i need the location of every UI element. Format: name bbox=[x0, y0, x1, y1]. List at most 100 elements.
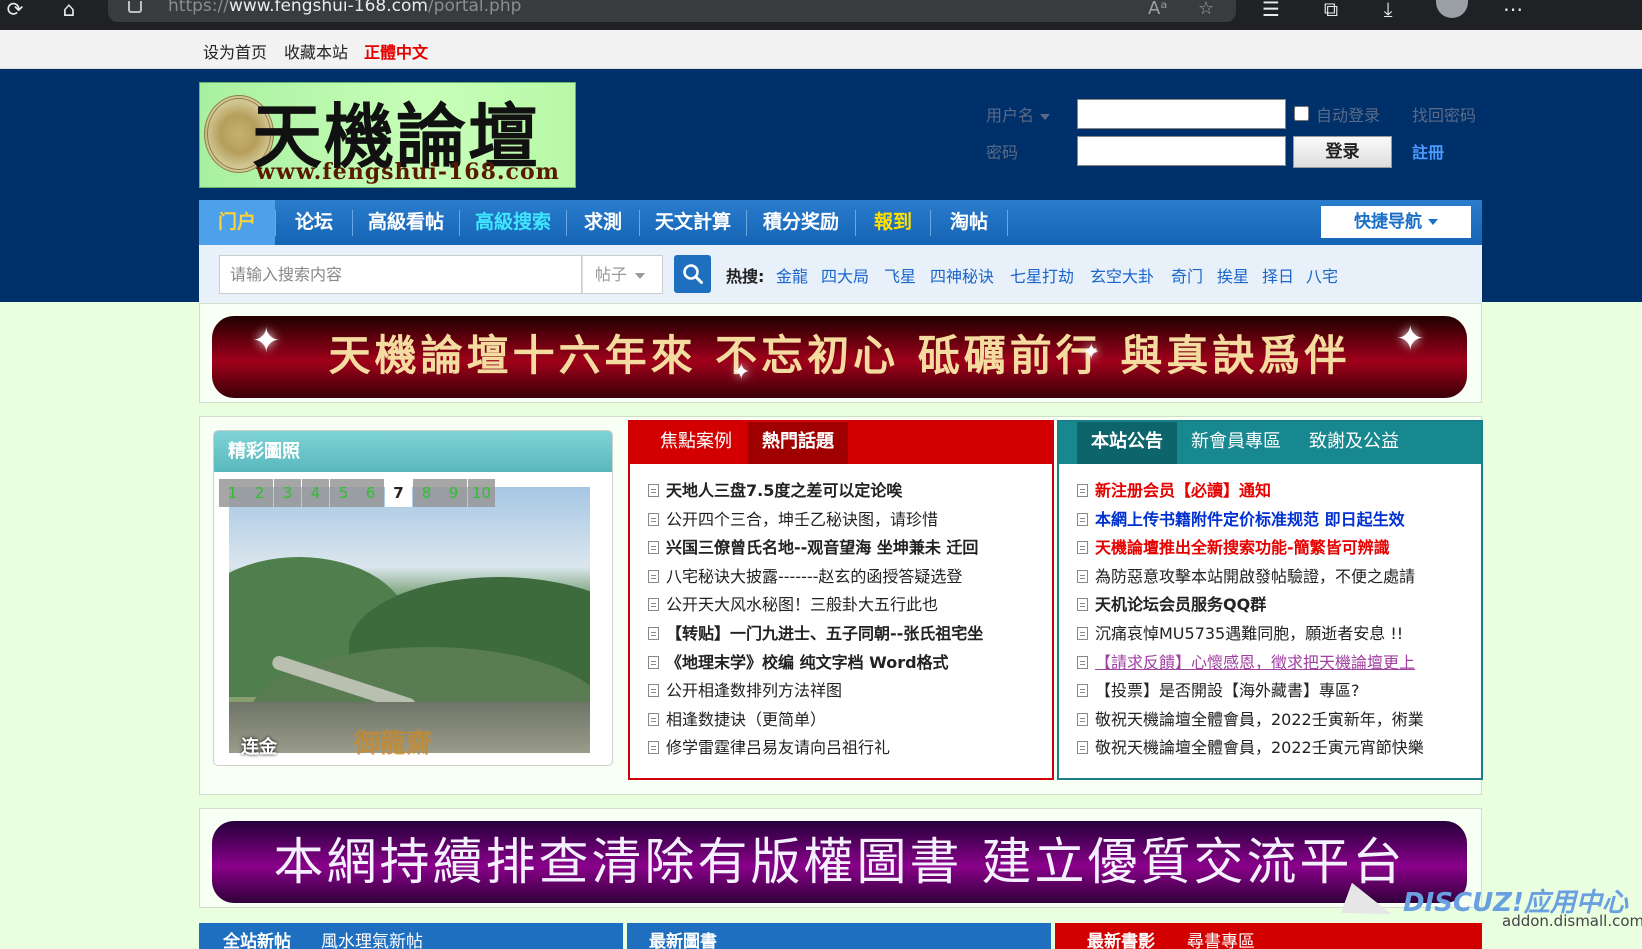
tab-focus-cases[interactable]: 焦點案例 bbox=[660, 422, 732, 464]
collections-icon[interactable]: ⧉ bbox=[1318, 0, 1344, 22]
hot-word-link[interactable]: 四神秘诀 bbox=[930, 263, 994, 287]
slider-page-8[interactable]: 8 bbox=[413, 479, 440, 507]
list-item[interactable]: 《地理末学》校编 纯文字档 Word格式 bbox=[648, 649, 1043, 678]
favorites-icon[interactable]: ☰ bbox=[1258, 0, 1284, 22]
more-menu-icon[interactable]: ⋯ bbox=[1500, 0, 1526, 22]
sparkle-icon: ✦ bbox=[252, 321, 281, 361]
username-type-select[interactable]: 用户名 bbox=[986, 102, 1051, 126]
top-banner[interactable]: 天機論壇十六年來 不忘初心 砥礪前行 與真訣爲伴 ✦ ✦ ✦ ✦ bbox=[212, 316, 1467, 398]
hot-word-link[interactable]: 七星打劫 bbox=[1010, 263, 1074, 287]
nav-item-checkin[interactable]: 報到 bbox=[856, 200, 930, 245]
slider-page-2[interactable]: 2 bbox=[246, 479, 273, 507]
tab-thanks-charity[interactable]: 致謝及公益 bbox=[1309, 422, 1399, 464]
tab-all-new-posts[interactable]: 全站新帖 bbox=[223, 927, 291, 949]
list-item[interactable]: 八宅秘诀大披露-------赵玄的函授答疑选登 bbox=[648, 563, 1043, 592]
profile-avatar-icon[interactable] bbox=[1436, 0, 1468, 18]
nav-item-forum[interactable]: 论坛 bbox=[276, 200, 352, 245]
nav-item-advanced-view[interactable]: 高級看帖 bbox=[353, 200, 459, 245]
slider-image[interactable] bbox=[229, 487, 590, 753]
tab-hot-topics[interactable]: 熱門話題 bbox=[748, 422, 848, 464]
nav-item-points-reward[interactable]: 積分奖励 bbox=[747, 200, 855, 245]
document-icon bbox=[1077, 484, 1088, 497]
list-item[interactable]: 天機論壇推出全新搜索功能-簡繁皆可辨識 bbox=[1077, 534, 1472, 563]
list-item[interactable]: 新注册会员【必讀】通知 bbox=[1077, 477, 1472, 506]
search-input[interactable] bbox=[220, 256, 581, 293]
slider-page-3[interactable]: 3 bbox=[274, 479, 301, 507]
list-item[interactable]: 【转贴】一门九进士、五子同朝--张氏祖宅坐 bbox=[648, 620, 1043, 649]
set-homepage-link[interactable]: 设为首页 bbox=[203, 39, 267, 63]
traditional-chinese-link[interactable]: 正體中文 bbox=[364, 39, 428, 63]
slider-page-1[interactable]: 1 bbox=[219, 479, 246, 507]
slider-page-6[interactable]: 6 bbox=[357, 479, 384, 507]
register-link[interactable]: 註冊 bbox=[1412, 139, 1444, 163]
main-content: 精彩圖照 1 2 3 4 5 6 7 8 9 10 连金 御龍齋 焦點案例 熱門… bbox=[199, 416, 1483, 795]
search-button[interactable] bbox=[674, 255, 711, 293]
site-logo[interactable]: 天機論壇 www.fengshui-168.com bbox=[199, 82, 576, 188]
list-item[interactable]: 本網上传书籍附件定价标准规范 即日起生效 bbox=[1077, 506, 1472, 535]
nav-item-portal[interactable]: 门户 bbox=[199, 200, 275, 245]
image-watermark: 御龍齋 bbox=[354, 729, 433, 759]
nav-item-request[interactable]: 求測 bbox=[567, 200, 639, 245]
slider-caption[interactable]: 连金 bbox=[241, 733, 277, 759]
list-item[interactable]: 天地人三盘7.5度之差可以定论唉 bbox=[648, 477, 1043, 506]
username-input[interactable] bbox=[1077, 99, 1286, 129]
slider-page-5[interactable]: 5 bbox=[330, 479, 357, 507]
slider-page-4[interactable]: 4 bbox=[302, 479, 329, 507]
hot-word-link[interactable]: 四大局 bbox=[821, 263, 869, 287]
list-item[interactable]: 公开相逢数排列方法祥图 bbox=[648, 677, 1043, 706]
nav-item-astronomy[interactable]: 天文計算 bbox=[640, 200, 746, 245]
bookmark-site-link[interactable]: 收藏本站 bbox=[284, 39, 348, 63]
hot-word-link[interactable]: 择日 bbox=[1262, 263, 1294, 287]
refresh-icon[interactable]: ⟳ bbox=[2, 0, 28, 22]
list-item[interactable]: 為防惡意攻擊本站開啟發帖驗證，不便之處請 bbox=[1077, 563, 1472, 592]
list-item[interactable]: 公开天大风水秘图！三般卦大五行此也 bbox=[648, 591, 1043, 620]
list-item[interactable]: 公开四个三合，坤壬乙秘诀图，请珍惜 bbox=[648, 506, 1043, 535]
hot-word-link[interactable]: 奇门 bbox=[1171, 263, 1203, 287]
nav-item-collections[interactable]: 淘帖 bbox=[931, 200, 1007, 245]
list-item[interactable]: 敬祝天機論壇全體會員，2022壬寅新年，術業 bbox=[1077, 706, 1472, 735]
tab-book-search[interactable]: 尋書專區 bbox=[1187, 927, 1255, 949]
list-item[interactable]: 敬祝天機論壇全體會員，2022壬寅元宵節快樂 bbox=[1077, 734, 1472, 763]
hot-word-link[interactable]: 挨星 bbox=[1217, 263, 1249, 287]
list-item[interactable]: 【請求反饋】心懷感恩，徵求把天機論壇更上 bbox=[1077, 649, 1472, 678]
slider-page-7[interactable]: 7 bbox=[385, 479, 412, 507]
document-icon bbox=[1077, 712, 1088, 726]
search-type-select[interactable]: 帖子 bbox=[582, 255, 663, 294]
middle-banner[interactable]: 本網持續排查清除有版權圖書 建立優質交流平台 bbox=[212, 821, 1467, 903]
address-bar[interactable]: https://www.fengshui-168.com/portal.php … bbox=[108, 0, 1236, 22]
list-item[interactable]: 修学雷霆律吕易友请向吕祖行礼 bbox=[648, 734, 1043, 763]
hot-word-link[interactable]: 金龍 bbox=[776, 263, 808, 287]
hot-word-link[interactable]: 飞星 bbox=[884, 263, 916, 287]
hot-word-link[interactable]: 玄空大卦 bbox=[1090, 263, 1154, 287]
quick-nav-button[interactable]: 快捷导航 bbox=[1321, 206, 1471, 238]
login-button[interactable]: 登录 bbox=[1293, 136, 1392, 168]
auto-login-checkbox[interactable] bbox=[1294, 106, 1309, 121]
home-icon[interactable]: ⌂ bbox=[56, 0, 82, 22]
nav-item-advanced-search[interactable]: 高級搜索 bbox=[460, 200, 566, 245]
top-banner-box: 天機論壇十六年來 不忘初心 砥礪前行 與真訣爲伴 ✦ ✦ ✦ ✦ bbox=[199, 303, 1482, 403]
list-item[interactable]: 沉痛哀悼MU5735遇難同胞，願逝者安息 !! bbox=[1077, 620, 1472, 649]
hot-word-link[interactable]: 八宅 bbox=[1306, 263, 1338, 287]
slider-page-10[interactable]: 10 bbox=[468, 479, 495, 507]
tab-fengshui-new-posts[interactable]: 風水理氣新帖 bbox=[321, 927, 423, 949]
slider-page-9[interactable]: 9 bbox=[440, 479, 467, 507]
tab-site-notice[interactable]: 本站公告 bbox=[1077, 422, 1177, 464]
tab-latest-books[interactable]: 最新圖書 bbox=[649, 927, 717, 949]
add-favorite-icon[interactable]: ☆ bbox=[1198, 0, 1214, 19]
search-icon bbox=[683, 264, 703, 284]
find-password-link[interactable]: 找回密码 bbox=[1412, 102, 1476, 126]
document-icon bbox=[648, 655, 659, 669]
tab-latest-book-images[interactable]: 最新書影 bbox=[1087, 927, 1155, 949]
list-item[interactable]: 兴国三僚曾氏名地--观音望海 坐坤兼未 迁回 bbox=[648, 534, 1043, 563]
tab-new-members[interactable]: 新會員專區 bbox=[1191, 422, 1281, 464]
document-icon bbox=[1077, 541, 1088, 555]
list-item[interactable]: 相逢数捷诀（更简单） bbox=[648, 706, 1043, 735]
notice-list: 新注册会员【必讀】通知 本網上传书籍附件定价标准规范 即日起生效 天機論壇推出全… bbox=[1077, 477, 1472, 763]
browser-toolbar: ⟳ ⌂ https://www.fengshui-168.com/portal.… bbox=[0, 0, 1642, 30]
read-aloud-icon[interactable]: Aᵃ bbox=[1148, 0, 1167, 19]
password-input[interactable] bbox=[1077, 136, 1286, 166]
list-item[interactable]: 【投票】是否開設【海外藏書】專區? bbox=[1077, 677, 1472, 706]
search-input-wrapper bbox=[219, 255, 582, 294]
download-icon[interactable]: ⤓ bbox=[1375, 0, 1401, 22]
list-item[interactable]: 天机论坛会员服务QQ群 bbox=[1077, 591, 1472, 620]
